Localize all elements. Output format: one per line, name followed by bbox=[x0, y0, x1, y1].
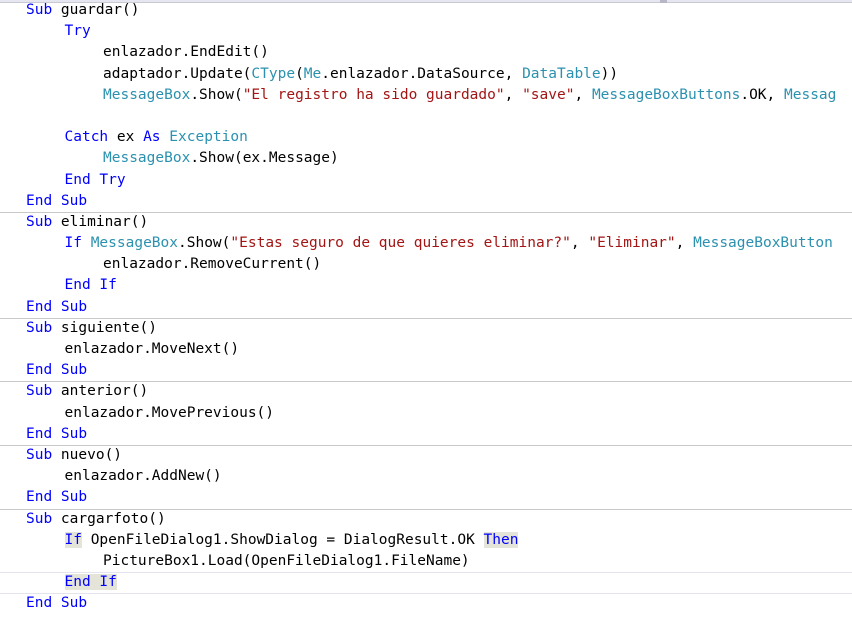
code-token: Sub bbox=[26, 213, 53, 230]
code-line[interactable]: enlazador.MoveNext() bbox=[0, 339, 852, 360]
code-token: enlazador.EndEdit() bbox=[103, 44, 269, 61]
code-token: Then bbox=[483, 531, 519, 548]
code-line[interactable]: Sub cargarfoto() bbox=[0, 508, 852, 530]
code-line[interactable]: End Sub bbox=[0, 297, 852, 318]
code-lines-container[interactable]: Sub guardar() Try enlazador.EndEdit() adapt… bbox=[0, 0, 852, 614]
code-token: End Sub bbox=[26, 192, 88, 209]
code-line[interactable]: End Try bbox=[0, 170, 852, 191]
code-token: CType bbox=[251, 65, 296, 82]
code-token: .Show(ex.Message) bbox=[190, 150, 339, 167]
code-token: "Eliminar" bbox=[588, 235, 676, 252]
code-token: Sub bbox=[26, 446, 53, 463]
code-token: enlazador.MoveNext() bbox=[64, 341, 240, 357]
code-line[interactable]: enlazador.AddNew() bbox=[0, 466, 852, 487]
code-token: enlazador.AddNew() bbox=[64, 468, 222, 485]
code-token: If bbox=[64, 531, 82, 548]
code-token: .enlazador.DataSource, bbox=[321, 65, 523, 82]
code-line[interactable]: MessageBox.Show("El registro ha sido gua… bbox=[0, 85, 852, 106]
code-token: MessageBox bbox=[90, 235, 179, 252]
code-token: ( bbox=[295, 65, 304, 82]
code-token: End Sub bbox=[26, 425, 88, 442]
code-token: End If bbox=[64, 574, 117, 591]
code-line[interactable]: Sub anterior() bbox=[0, 381, 852, 402]
code-token: .Show( bbox=[190, 86, 243, 103]
code-line[interactable]: Sub siguiente() bbox=[0, 317, 852, 339]
code-token: )) bbox=[600, 65, 619, 82]
code-token: End Sub bbox=[26, 298, 88, 315]
code-line[interactable]: Sub guardar() bbox=[0, 0, 852, 21]
code-token: .Show( bbox=[178, 235, 231, 252]
code-token: eliminar() bbox=[52, 213, 149, 230]
code-line[interactable]: enlazador.EndEdit() bbox=[0, 42, 852, 63]
code-token: DataTable bbox=[522, 65, 601, 82]
code-token: End Sub bbox=[26, 362, 88, 379]
code-token: Messag bbox=[784, 86, 837, 103]
code-token: Exception bbox=[169, 129, 248, 146]
code-token: , bbox=[504, 86, 523, 103]
code-token: , bbox=[574, 86, 592, 103]
code-token: "Estas seguro de que quieres eliminar?" bbox=[230, 235, 571, 252]
code-token: adaptador.Update( bbox=[103, 65, 252, 82]
code-token: MessageBox bbox=[103, 86, 191, 103]
code-token: Sub bbox=[26, 510, 53, 527]
code-token: "El registro ha sido guardado" bbox=[242, 86, 505, 103]
code-line[interactable]: End Sub bbox=[0, 487, 852, 508]
code-editor-pane[interactable]: Sub guardar() Try enlazador.EndEdit() adapt… bbox=[0, 0, 852, 620]
code-line[interactable]: End Sub bbox=[0, 360, 852, 381]
code-line[interactable]: enlazador.MovePrevious() bbox=[0, 403, 852, 424]
code-token: , bbox=[570, 235, 589, 252]
code-token: OpenFileDialog1.ShowDialog = DialogResul… bbox=[81, 531, 484, 548]
code-token: Me bbox=[303, 65, 322, 82]
code-token: MessageBoxButtons bbox=[591, 86, 741, 103]
code-token: End Try bbox=[64, 171, 126, 188]
code-token: Try bbox=[64, 23, 91, 40]
code-token: As bbox=[143, 129, 161, 146]
code-line[interactable]: End Sub bbox=[0, 191, 852, 212]
code-line[interactable]: enlazador.RemoveCurrent() bbox=[0, 254, 852, 275]
code-line[interactable]: End If bbox=[0, 275, 852, 296]
code-token: cargarfoto() bbox=[52, 510, 166, 527]
code-token: End Sub bbox=[26, 595, 88, 612]
code-token: "save" bbox=[522, 86, 575, 103]
code-line[interactable]: Catch ex As Exception bbox=[0, 127, 852, 148]
code-token: Sub bbox=[26, 2, 53, 18]
code-token: ex bbox=[108, 129, 144, 146]
code-line[interactable]: MessageBox.Show(ex.Message) bbox=[0, 148, 852, 169]
code-token: enlazador.MovePrevious() bbox=[64, 404, 275, 421]
code-line[interactable]: If OpenFileDialog1.ShowDialog = DialogRe… bbox=[0, 530, 852, 551]
code-line[interactable]: Sub nuevo() bbox=[0, 444, 852, 466]
code-token: MessageBoxButton bbox=[693, 235, 833, 252]
code-line[interactable]: Try bbox=[0, 21, 852, 42]
code-token: Sub bbox=[26, 383, 53, 400]
code-token: End Sub bbox=[26, 489, 88, 506]
code-token: enlazador.RemoveCurrent() bbox=[103, 256, 322, 273]
code-token: anterior() bbox=[52, 383, 149, 400]
code-line[interactable]: End If bbox=[0, 572, 852, 593]
code-line[interactable]: PictureBox1.Load(OpenFileDialog1.FileNam… bbox=[0, 551, 852, 572]
code-token: End If bbox=[64, 277, 117, 294]
code-token: siguiente() bbox=[52, 319, 157, 336]
code-line[interactable]: End Sub bbox=[0, 424, 852, 445]
code-token: If bbox=[64, 235, 82, 252]
code-token: .OK, bbox=[740, 86, 784, 103]
code-token: PictureBox1.Load(OpenFileDialog1.FileNam… bbox=[103, 552, 470, 569]
code-line[interactable]: End Sub bbox=[0, 593, 852, 614]
code-token: guardar() bbox=[52, 2, 140, 18]
code-line[interactable]: Sub eliminar() bbox=[0, 211, 852, 233]
code-token: Sub bbox=[26, 319, 53, 336]
code-line[interactable]: adaptador.Update(CType(Me.enlazador.Data… bbox=[0, 64, 852, 85]
code-token: nuevo() bbox=[52, 446, 123, 463]
code-line[interactable]: If MessageBox.Show("Estas seguro de que … bbox=[0, 233, 852, 254]
code-line[interactable] bbox=[0, 106, 852, 127]
code-token: MessageBox bbox=[103, 150, 191, 167]
code-token: Catch bbox=[64, 129, 109, 146]
code-token: , bbox=[675, 235, 694, 252]
